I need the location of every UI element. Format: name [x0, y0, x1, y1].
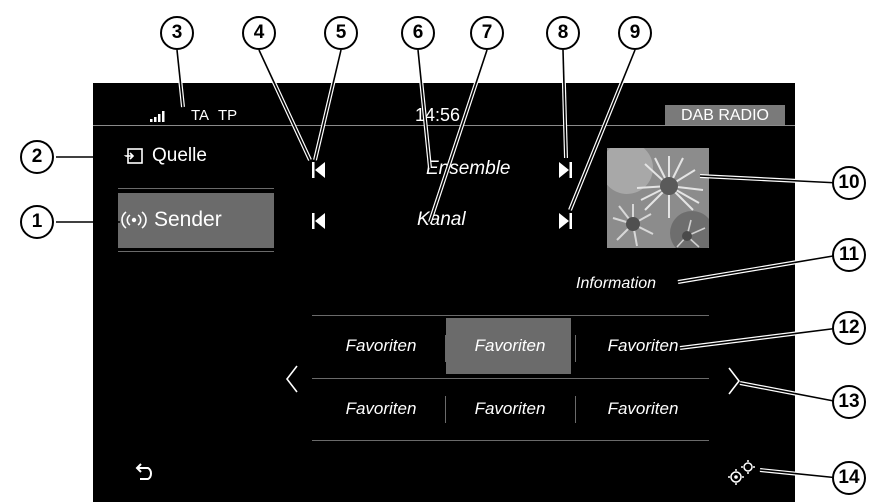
callout-1: 1 — [20, 205, 54, 239]
channel-previous-button[interactable] — [312, 213, 326, 229]
callout-2: 2 — [20, 140, 54, 174]
favorites-previous-page-arrow[interactable] — [285, 364, 299, 394]
callout-3: 3 — [160, 16, 194, 50]
favorites-row2-sep-2 — [575, 396, 576, 423]
callout-9: 9 — [618, 16, 652, 50]
channel-label: Kanal — [417, 209, 466, 230]
favorites-bottom-divider — [312, 440, 709, 441]
callout-8: 8 — [546, 16, 580, 50]
mode-badge-label: DAB RADIO — [680, 107, 769, 124]
favorite-preset-2[interactable]: Favoriten — [445, 336, 575, 356]
channel-next-button[interactable] — [558, 213, 572, 229]
ensemble-previous-button[interactable] — [312, 162, 326, 178]
mode-badge: DAB RADIO — [665, 105, 785, 126]
settings-gear-icon[interactable] — [727, 458, 757, 486]
back-icon[interactable] — [135, 459, 153, 481]
callout-7: 7 — [470, 16, 504, 50]
sidebar-divider-bottom — [118, 251, 274, 252]
favorites-middle-divider — [312, 378, 709, 379]
clock: 14:56 — [415, 105, 461, 125]
source-label: Quelle — [152, 145, 207, 166]
information-label: Information — [576, 275, 657, 292]
favorite-preset-6[interactable]: Favoriten — [578, 399, 708, 419]
favorite-preset-4[interactable]: Favoriten — [316, 399, 446, 419]
status-divider — [93, 125, 795, 126]
callout-11: 11 — [832, 238, 866, 272]
signal-strength-icon — [150, 111, 165, 122]
favorites-top-divider — [312, 315, 709, 316]
callout-13: 13 — [832, 385, 866, 419]
favorite-preset-1[interactable]: Favoriten — [316, 336, 446, 356]
callout-6: 6 — [401, 16, 435, 50]
callout-5: 5 — [324, 16, 358, 50]
broadcast-icon — [121, 211, 147, 229]
callout-14: 14 — [832, 461, 866, 495]
favorites-next-page-arrow[interactable] — [727, 366, 741, 396]
tp-indicator: TP — [218, 107, 238, 124]
favorites-row1-sep-2 — [575, 335, 576, 362]
ensemble-next-button[interactable] — [558, 162, 572, 178]
source-button[interactable]: Quelle — [118, 143, 268, 171]
ta-indicator: TA — [191, 107, 210, 124]
callout-10: 10 — [832, 166, 866, 200]
favorite-preset-3[interactable]: Favoriten — [578, 336, 708, 356]
radio-screen: TA TP 14:56 DAB RADIO Quelle Sender Ense… — [93, 83, 795, 502]
source-input-icon — [122, 148, 143, 164]
station-artwork — [607, 148, 709, 248]
ensemble-label: Ensemble — [426, 158, 511, 179]
station-label: Sender — [154, 208, 222, 231]
sidebar-divider-top — [118, 188, 274, 189]
favorite-preset-5[interactable]: Favoriten — [445, 399, 575, 419]
callout-4: 4 — [242, 16, 276, 50]
callout-12: 12 — [832, 311, 866, 345]
station-button[interactable]: Sender — [118, 193, 274, 248]
